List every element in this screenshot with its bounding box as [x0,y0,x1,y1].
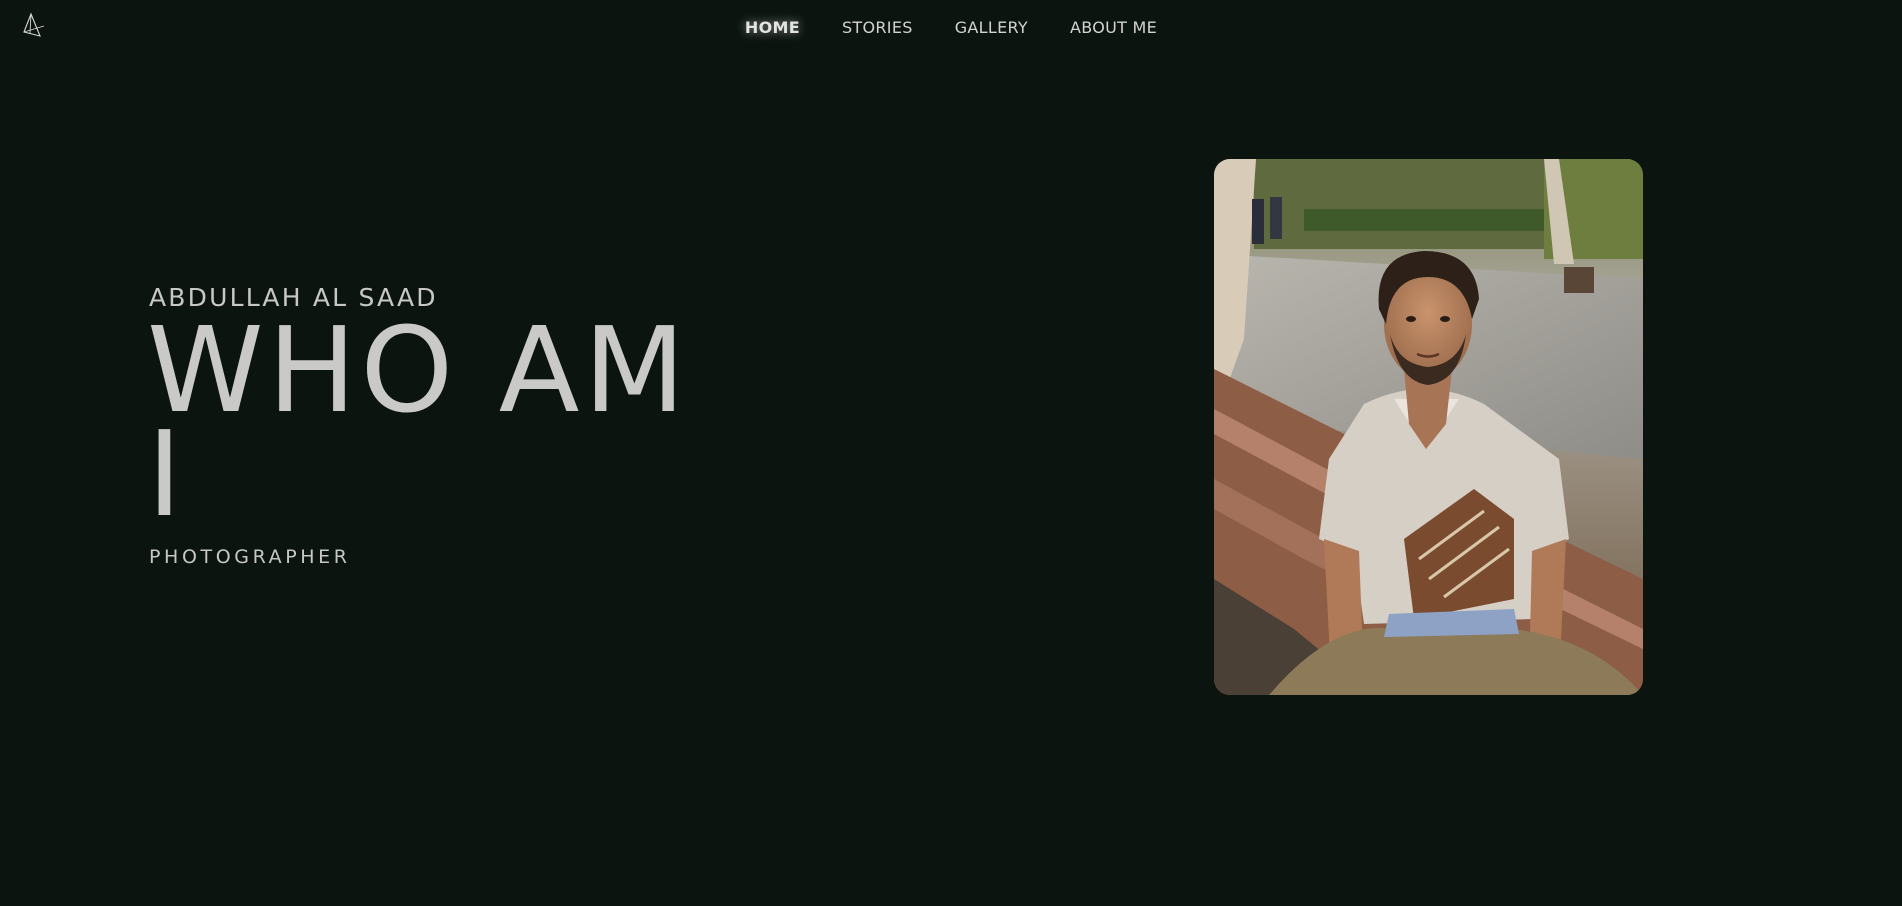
nav-about-link[interactable]: ABOUT ME [1049,18,1178,37]
nav-gallery-link[interactable]: GALLERY [934,18,1049,37]
page: HOME STORIES GALLERY ABOUT ME ABDULLAH A… [0,0,1902,906]
portrait-photo [1214,159,1643,695]
hero-headline: WHO AM I [147,301,690,543]
nav-stories-link[interactable]: STORIES [821,18,934,37]
main-nav: HOME STORIES GALLERY ABOUT ME [0,0,1902,54]
photographer-role: PHOTOGRAPHER [149,546,351,568]
nav-home-link[interactable]: HOME [724,18,821,37]
